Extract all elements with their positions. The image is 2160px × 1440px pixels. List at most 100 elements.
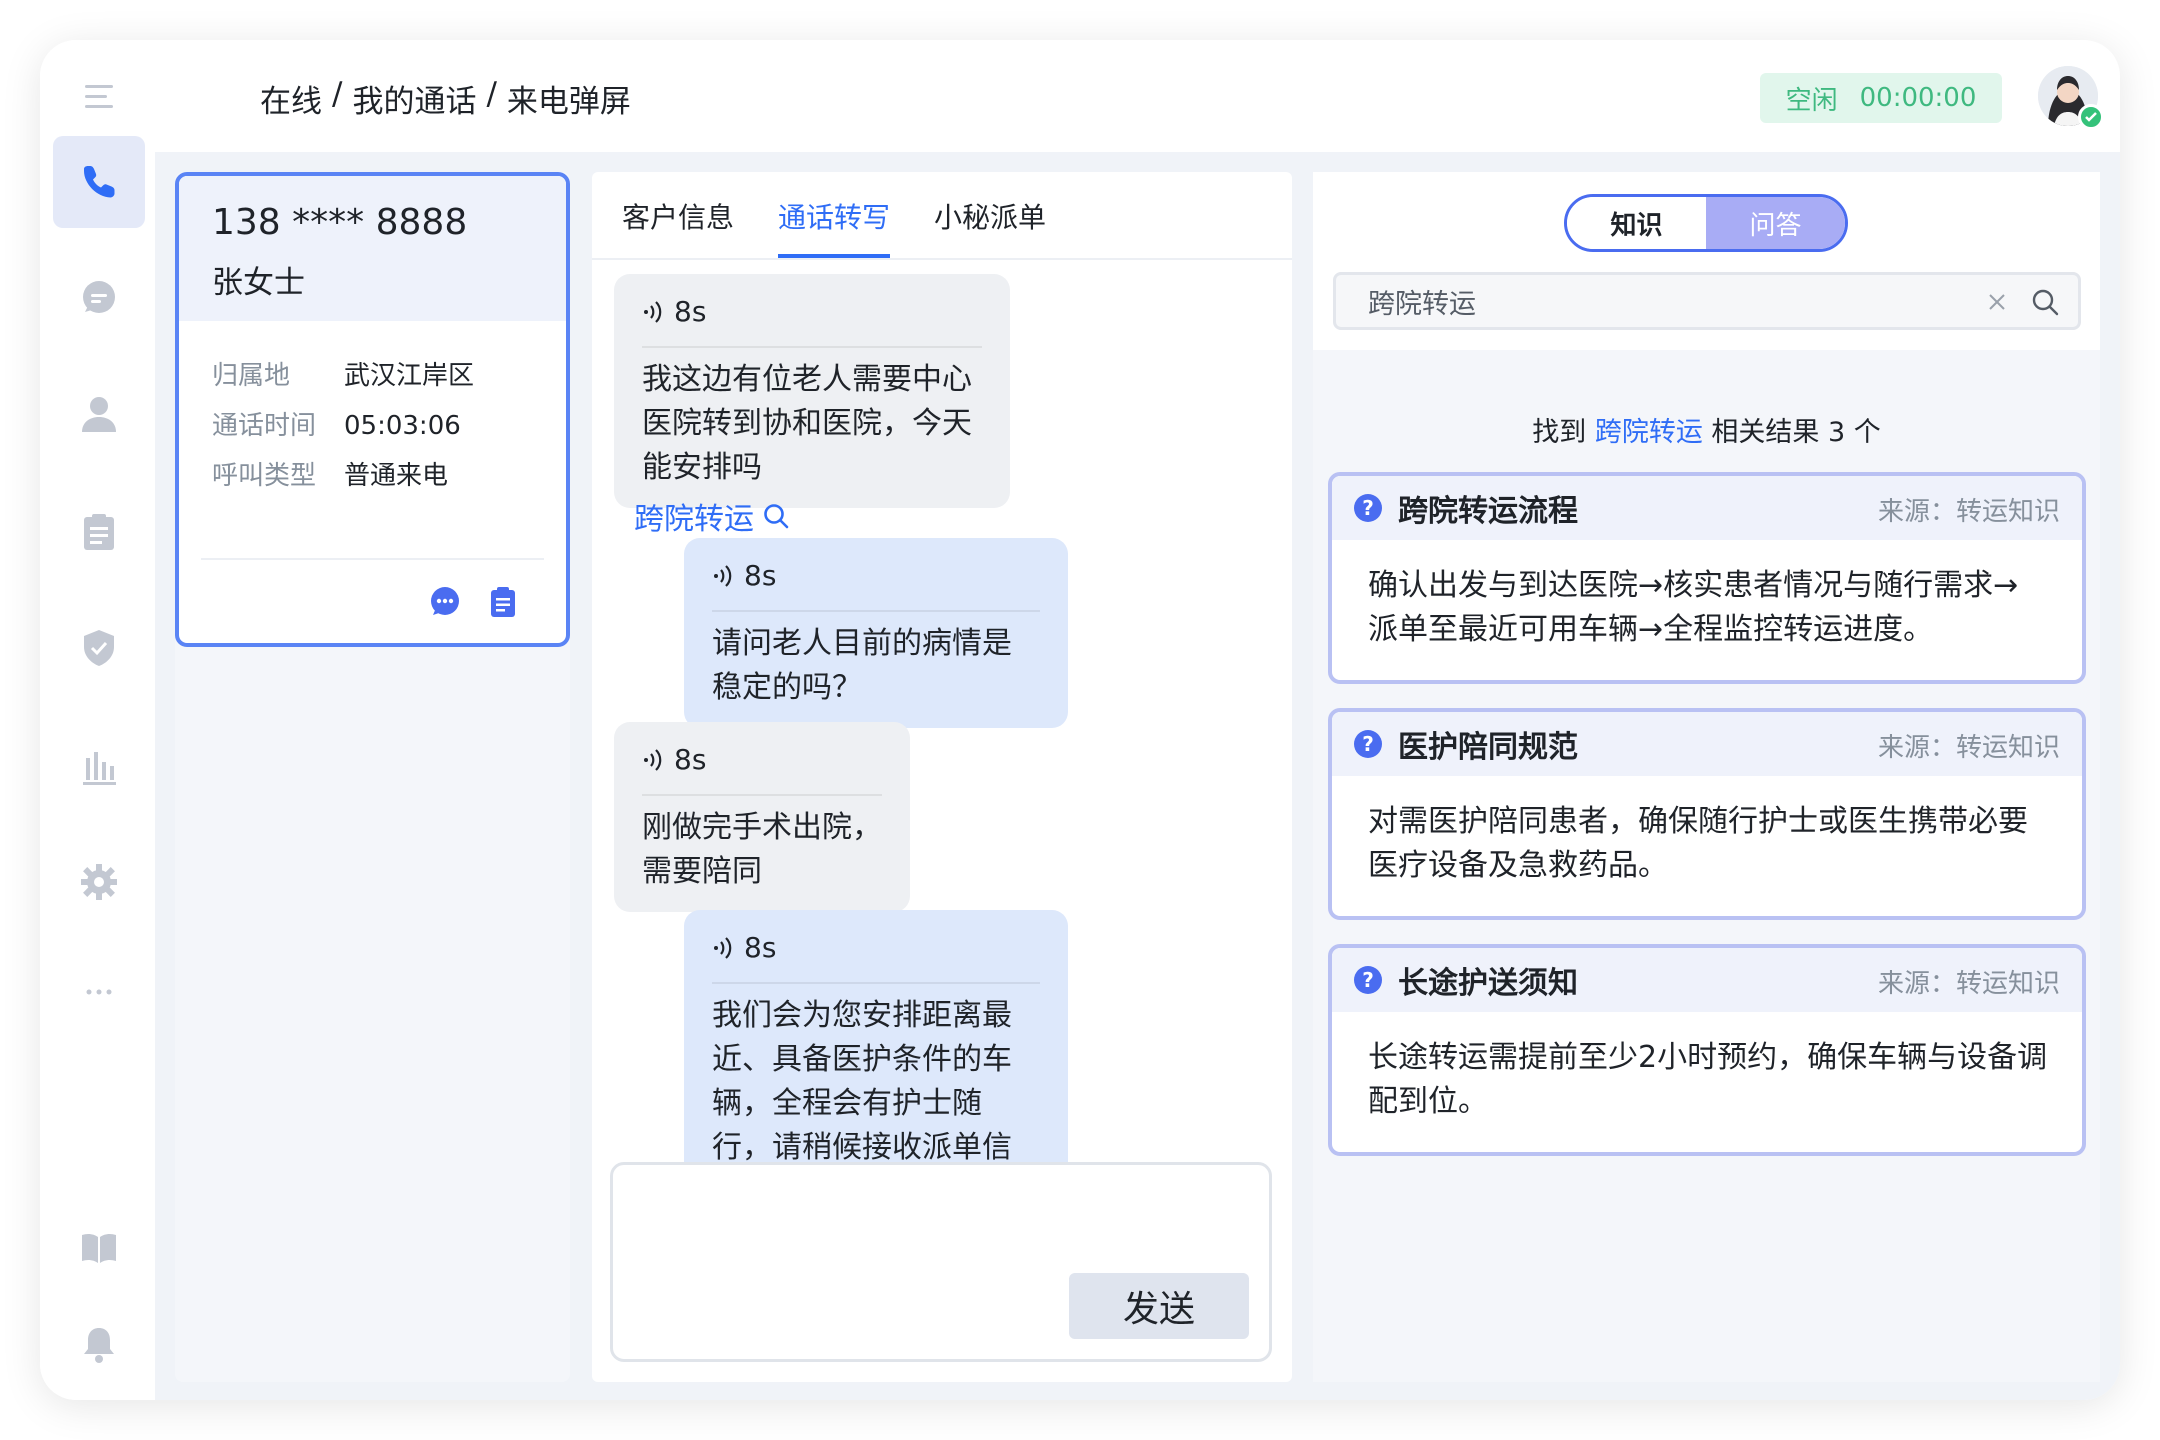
online-check-icon (2078, 104, 2104, 130)
caller-panel: 138 **** 8888 张女士 归属地 武汉江岸区 通话时间 05:03:0… (175, 172, 570, 1382)
sidebar-item-more[interactable] (53, 946, 145, 1038)
message-meta: 8s (642, 738, 882, 796)
breadcrumb-separator: / (332, 76, 343, 112)
message-bubble-agent[interactable]: 8s 请问老人目前的病情是稳定的吗？ (684, 538, 1068, 728)
result-suffix: 相关结果 3 个 (1711, 417, 1881, 448)
chat-bubble-icon[interactable] (427, 584, 463, 620)
tab-call-transcript[interactable]: 通话转写 (778, 196, 891, 258)
caller-card[interactable]: 138 **** 8888 张女士 归属地 武汉江岸区 通话时间 05:03:0… (175, 172, 570, 647)
knowledge-card[interactable]: ? 医护陪同规范 来源：转运知识 对需医护陪同患者，确保随行护士或医生携带必要医… (1328, 708, 2086, 920)
tab-customer-info[interactable]: 客户信息 (622, 196, 734, 254)
toggle-qa[interactable]: 问答 (1706, 197, 1845, 249)
sidebar-item-tickets[interactable] (53, 486, 145, 578)
sidebar-item-phone[interactable] (53, 136, 145, 228)
breadcrumb-online[interactable]: 在线 (260, 76, 322, 121)
divider (201, 558, 544, 560)
message-duration: 8s (744, 559, 777, 592)
sidebar-item-messages[interactable] (53, 252, 145, 344)
knowledge-card-header: ? 医护陪同规范 来源：转运知识 (1332, 712, 2082, 776)
search-result-summary: 找到 跨院转运 相关结果 3 个 (1313, 410, 2100, 449)
more-icon (86, 989, 112, 995)
toggle-knowledge[interactable]: 知识 (1567, 197, 1706, 249)
app-window: 在线 / 我的通话 / 来电弹屏 空闲 00:00:00 138 **** 88… (40, 40, 2120, 1400)
knowledge-card-body: 对需医护陪同患者，确保随行护士或医生携带必要医疗设备及急救药品。 (1368, 804, 2028, 883)
book-icon (82, 1233, 116, 1263)
question-icon: ? (1354, 494, 1382, 522)
sidebar-item-contacts[interactable] (53, 368, 145, 460)
send-button[interactable]: 发送 (1069, 1273, 1249, 1339)
sidebar (40, 40, 155, 1400)
top-bar: 在线 / 我的通话 / 来电弹屏 空闲 00:00:00 (155, 40, 2120, 152)
sidebar-item-stats[interactable] (53, 720, 145, 812)
knowledge-card[interactable]: ? 长途护送须知 来源：转运知识 长途转运需提前至少2小时预约，确保车辆与设备调… (1328, 944, 2086, 1156)
caller-info-row: 呼叫类型 普通来电 (212, 451, 566, 501)
knowledge-card-source: 来源：转运知识 (1877, 733, 2060, 763)
gear-icon (81, 864, 117, 900)
search-icon (764, 504, 789, 529)
sidebar-item-notifications[interactable] (53, 1298, 145, 1390)
audio-wave-icon (644, 301, 662, 323)
knowledge-card-body: 长途转运需提前至少2小时预约，确保车辆与设备调配到位。 (1368, 1040, 2048, 1119)
shield-icon (84, 630, 114, 666)
knowledge-card-source: 来源：转运知识 (1877, 497, 2060, 527)
caller-info-row: 归属地 武汉江岸区 (212, 351, 566, 401)
keyword-search-link[interactable]: 跨院转运 (634, 494, 790, 538)
knowledge-card-title: 医护陪同规范 (1398, 730, 1578, 765)
caller-header: 138 **** 8888 张女士 (179, 176, 566, 321)
clear-icon[interactable] (1986, 291, 2008, 313)
search-icon[interactable] (2030, 287, 2060, 317)
agent-status-timer: 00:00:00 (1859, 83, 1977, 113)
message-duration: 8s (674, 743, 707, 776)
caller-info-value: 05:03:06 (344, 411, 461, 441)
result-keyword: 跨院转运 (1594, 417, 1703, 448)
message-meta: 8s (712, 926, 1040, 984)
message-meta: 8s (712, 554, 1040, 612)
result-prefix: 找到 (1532, 417, 1587, 448)
caller-info: 归属地 武汉江岸区 通话时间 05:03:06 呼叫类型 普通来电 (179, 321, 566, 501)
clipboard-icon[interactable] (485, 584, 521, 620)
menu-icon[interactable] (53, 50, 145, 142)
question-icon: ? (1354, 966, 1382, 994)
bell-icon (84, 1328, 114, 1363)
question-icon: ? (1354, 730, 1382, 758)
tab-dispatch[interactable]: 小秘派单 (934, 196, 1046, 254)
message-duration: 8s (674, 295, 707, 328)
message-text: 刚做完手术出院，需要陪同 (642, 810, 882, 889)
knowledge-qa-toggle: 知识 问答 (1564, 194, 1848, 252)
knowledge-search-input[interactable]: 跨院转运 (1333, 272, 2081, 330)
user-icon (82, 397, 116, 432)
sidebar-item-settings[interactable] (53, 836, 145, 928)
knowledge-card-source: 来源：转运知识 (1877, 969, 2060, 999)
audio-wave-icon (714, 565, 732, 587)
agent-status-text: 空闲 (1785, 85, 1838, 116)
caller-info-row: 通话时间 05:03:06 (212, 401, 566, 451)
avatar[interactable] (2038, 66, 2104, 130)
caller-info-label: 通话时间 (212, 411, 317, 441)
breadcrumb-my-calls[interactable]: 我的通话 (352, 76, 476, 121)
message-bubble-customer[interactable]: 8s 我这边有位老人需要中心医院转到协和医院，今天能安排吗 (614, 274, 1010, 508)
caller-actions (427, 584, 521, 620)
sidebar-item-security[interactable] (53, 602, 145, 694)
tab-bar: 客户信息 通话转写 小秘派单 (592, 172, 1292, 260)
transcript-panel: 客户信息 通话转写 小秘派单 8s 我这边有位老人需要中心医院转到协和医院，今天… (592, 172, 1292, 1382)
knowledge-card-header: ? 跨院转运流程 来源：转运知识 (1332, 476, 2082, 540)
phone-icon (84, 166, 115, 198)
message-input[interactable]: 发送 (610, 1162, 1272, 1362)
clipboard-icon (84, 514, 114, 550)
message-text: 请问老人目前的病情是稳定的吗？ (712, 626, 1012, 705)
main-content: 138 **** 8888 张女士 归属地 武汉江岸区 通话时间 05:03:0… (155, 152, 2120, 1400)
agent-status-badge[interactable]: 空闲 00:00:00 (1760, 73, 2002, 123)
breadcrumb-current-page: 来电弹屏 (506, 84, 631, 120)
chat-icon (83, 281, 115, 313)
caller-info-label: 呼叫类型 (212, 461, 317, 491)
caller-info-value: 武汉江岸区 (344, 361, 475, 391)
knowledge-card-title: 长途护送须知 (1398, 966, 1578, 1001)
sidebar-item-knowledge-base[interactable] (53, 1202, 145, 1294)
knowledge-card-title: 跨院转运流程 (1398, 494, 1578, 529)
message-duration: 8s (744, 931, 777, 964)
message-bubble-customer[interactable]: 8s 刚做完手术出院，需要陪同 (614, 722, 910, 912)
message-meta: 8s (642, 290, 982, 348)
breadcrumb-separator: / (486, 76, 497, 112)
message-text: 我这边有位老人需要中心医院转到协和医院，今天能安排吗 (642, 362, 972, 485)
knowledge-card[interactable]: ? 跨院转运流程 来源：转运知识 确认出发与到达医院→核实患者情况与随行需求→ … (1328, 472, 2086, 684)
